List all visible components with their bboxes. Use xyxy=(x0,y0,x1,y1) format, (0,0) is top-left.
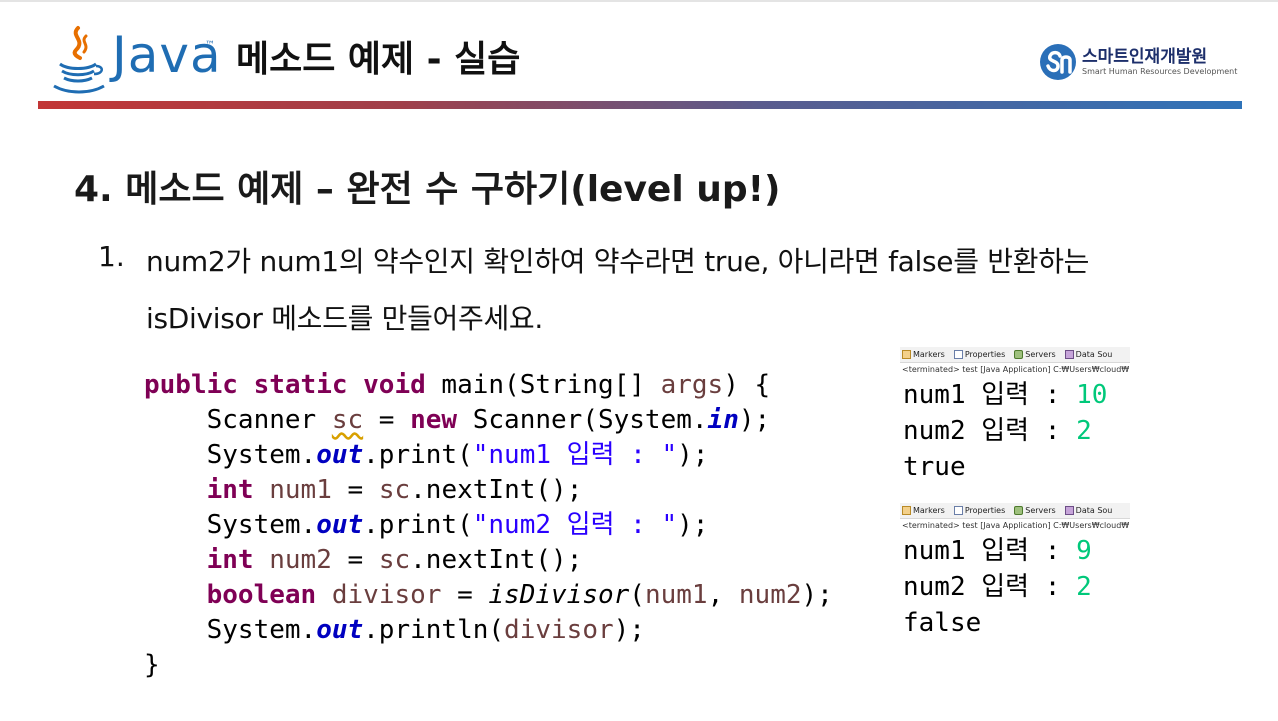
markers-icon xyxy=(902,506,911,515)
trademark-mark: ™ xyxy=(205,40,215,51)
console-status: <terminated> test [Java Application] C:₩… xyxy=(902,521,1130,530)
code-line: System.out.println(divisor); xyxy=(144,615,645,645)
data-source-icon xyxy=(1064,506,1074,515)
properties-icon xyxy=(953,506,963,515)
brand-mark-icon xyxy=(1040,44,1076,80)
tab-data-source[interactable]: Data Sou xyxy=(1063,506,1112,515)
code-line: int num2 = sc.nextInt(); xyxy=(206,545,583,575)
page-title: 메소드 예제 - 실습 xyxy=(236,39,521,80)
list-item-text-line1: num2가 num1의 약수인지 확인하여 약수라면 true, 아니라면 fa… xyxy=(146,245,1090,278)
console-tab-bar: Markers Properties Servers Data Sou xyxy=(900,503,1130,519)
properties-icon xyxy=(953,350,963,359)
console-panel-1: Markers Properties Servers Data Sou <ter… xyxy=(900,347,1130,493)
code-line: Scanner sc = new Scanner(System.in); xyxy=(144,405,771,435)
code-line: int num1 = sc.nextInt(); xyxy=(206,475,583,505)
code-line: public static void main(String[] args) { xyxy=(144,370,771,400)
tab-servers[interactable]: Servers xyxy=(1012,506,1056,515)
servers-icon xyxy=(1014,506,1024,515)
console-output: num1 입력 : 9 num2 입력 : 2 false xyxy=(903,536,1092,638)
servers-icon xyxy=(1014,350,1024,359)
console-tab-bar: Markers Properties Servers Data Sou xyxy=(900,347,1130,363)
list-item-number: 1. xyxy=(98,240,125,273)
tab-data-source[interactable]: Data Sou xyxy=(1063,350,1112,359)
code-block: public static void main(String[] args) {… xyxy=(128,364,864,684)
code-line: System.out.print("num2 입력 : "); xyxy=(144,510,709,540)
code-line: boolean divisor = isDivisor(num1, num2); xyxy=(206,580,833,610)
tab-servers[interactable]: Servers xyxy=(1012,350,1056,359)
brand-logo: 스마트인재개발원 Smart Human Resources Developme… xyxy=(1038,40,1238,84)
list-item-text-line2: isDivisor 메소드를 만들어주세요. xyxy=(146,302,543,335)
markers-icon xyxy=(902,350,911,359)
console-panel-2: Markers Properties Servers Data Sou <ter… xyxy=(900,503,1130,655)
section-title: 4. 메소드 예제 – 완전 수 구하기(level up!) xyxy=(74,169,781,210)
brand-name: 스마트인재개발원 xyxy=(1082,47,1208,67)
tab-properties[interactable]: Properties xyxy=(952,350,1005,359)
data-source-icon xyxy=(1064,350,1074,359)
tab-properties[interactable]: Properties xyxy=(952,506,1005,515)
tab-markers[interactable]: Markers xyxy=(900,350,945,359)
java-coffee-cup-icon xyxy=(53,26,105,94)
top-divider xyxy=(0,0,1278,2)
code-line: System.out.print("num1 입력 : "); xyxy=(144,440,709,470)
tab-markers[interactable]: Markers xyxy=(900,506,945,515)
brand-subtitle: Smart Human Resources Development xyxy=(1082,67,1238,76)
code-line: } xyxy=(144,650,160,680)
java-wordmark: Java xyxy=(112,26,222,84)
console-output: num1 입력 : 10 num2 입력 : 2 true xyxy=(903,380,1108,482)
console-status: <terminated> test [Java Application] C:₩… xyxy=(902,365,1130,374)
header-gradient-bar xyxy=(38,101,1242,109)
